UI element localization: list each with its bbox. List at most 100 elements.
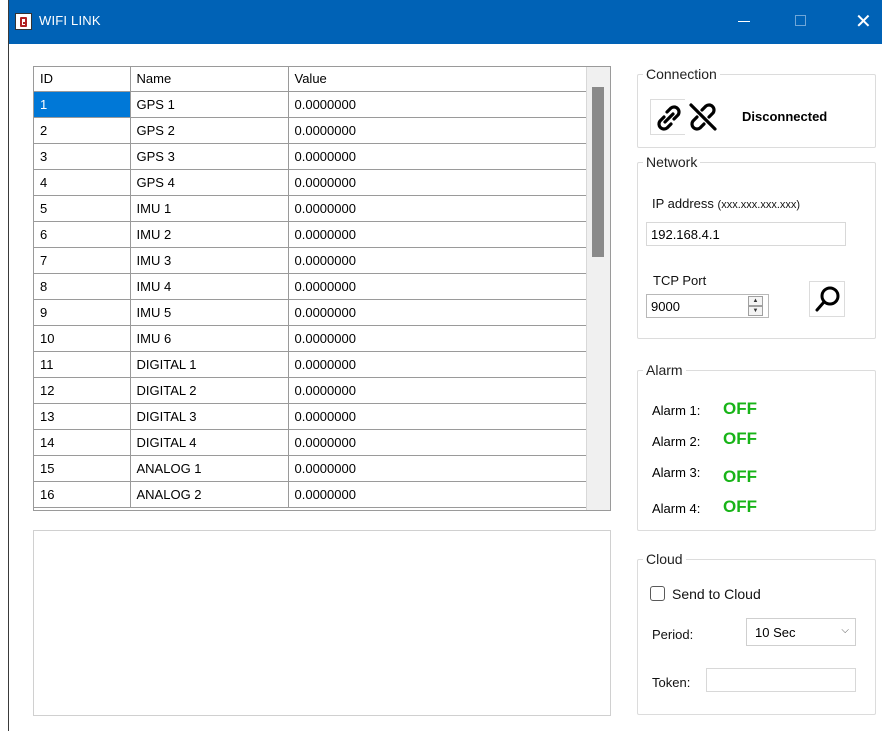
cell-id[interactable]: 11 [34, 351, 131, 378]
cell-value[interactable]: 0.0000000 [288, 377, 586, 404]
cell-value[interactable]: 0.0000000 [288, 429, 586, 456]
connection-group: Connection Disconnected [637, 66, 876, 148]
cell-id[interactable]: 9 [34, 299, 131, 326]
cell-name[interactable]: DIGITAL 2 [130, 377, 289, 404]
cell-name[interactable]: ANALOG 2 [130, 481, 289, 508]
title-bar[interactable]: WIFI LINK ✕ [9, 0, 882, 44]
cell-name[interactable]: ANALOG 1 [130, 455, 289, 482]
port-spinner[interactable]: ▲ ▼ [748, 296, 764, 316]
cell-value[interactable]: 0.0000000 [288, 247, 586, 274]
cell-value[interactable]: 0.0000000 [288, 91, 586, 118]
cell-id[interactable]: 7 [34, 247, 131, 274]
table-row[interactable]: 16 ANALOG 2 0.0000000 [34, 481, 586, 508]
token-input[interactable] [706, 668, 856, 692]
table-row[interactable]: 6 IMU 2 0.0000000 [34, 221, 586, 248]
cell-id[interactable]: 14 [34, 429, 131, 456]
table-row[interactable]: 2 GPS 2 0.0000000 [34, 117, 586, 144]
cell-value[interactable]: 0.0000000 [288, 117, 586, 144]
cell-name[interactable]: IMU 4 [130, 273, 289, 300]
disconnect-button[interactable] [685, 99, 721, 135]
alarm-3-label: Alarm 3: [652, 465, 701, 480]
cell-id[interactable]: 8 [34, 273, 131, 300]
spin-up-icon[interactable]: ▲ [748, 296, 763, 306]
alarm-4-label: Alarm 4: [652, 501, 701, 516]
spin-down-icon[interactable]: ▼ [748, 306, 763, 316]
table-row[interactable]: 9 IMU 5 0.0000000 [34, 299, 586, 326]
cell-value[interactable]: 0.0000000 [288, 299, 586, 326]
cell-id[interactable]: 2 [34, 117, 131, 144]
cell-name[interactable]: IMU 2 [130, 221, 289, 248]
table-row[interactable]: 1 GPS 1 0.0000000 [34, 91, 586, 118]
cell-value[interactable]: 0.0000000 [288, 273, 586, 300]
network-group-title: Network [643, 154, 701, 170]
cell-name[interactable]: DIGITAL 3 [130, 403, 289, 430]
data-grid[interactable]: ID Name Value 1 GPS 1 0.0000000 2 GPS 2 0.000… [33, 66, 611, 511]
cell-name[interactable]: GPS 4 [130, 169, 289, 196]
cell-name[interactable]: GPS 3 [130, 143, 289, 170]
table-row[interactable]: 7 IMU 3 0.0000000 [34, 247, 586, 274]
cell-id[interactable]: 13 [34, 403, 131, 430]
table-row[interactable]: 3 GPS 3 0.0000000 [34, 143, 586, 170]
table-row[interactable]: 11 DIGITAL 1 0.0000000 [34, 351, 586, 378]
connect-button[interactable] [650, 99, 686, 135]
cell-value[interactable]: 0.0000000 [288, 325, 586, 352]
cell-name[interactable]: IMU 6 [130, 325, 289, 352]
cell-id[interactable]: 5 [34, 195, 131, 222]
window-border [8, 0, 9, 731]
cloud-group-title: Cloud [643, 551, 686, 567]
ip-format-hint: (xxx.xxx.xxx.xxx) [717, 199, 801, 211]
cell-value[interactable]: 0.0000000 [288, 195, 586, 222]
log-output-area[interactable] [33, 530, 611, 716]
cell-id[interactable]: 10 [34, 325, 131, 352]
send-to-cloud-checkbox[interactable] [650, 586, 665, 601]
column-header-name[interactable]: Name [130, 67, 289, 92]
cell-name[interactable]: IMU 1 [130, 195, 289, 222]
scrollbar-thumb[interactable] [592, 87, 604, 257]
table-row[interactable]: 15 ANALOG 1 0.0000000 [34, 455, 586, 482]
period-select[interactable]: 10 Sec ⌵ [746, 618, 856, 646]
cell-value[interactable]: 0.0000000 [288, 143, 586, 170]
cell-id[interactable]: 16 [34, 481, 131, 508]
table-row[interactable]: 4 GPS 4 0.0000000 [34, 169, 586, 196]
ip-address-input[interactable] [646, 222, 846, 246]
cell-value[interactable]: 0.0000000 [288, 481, 586, 508]
cell-value[interactable]: 0.0000000 [288, 221, 586, 248]
table-row[interactable]: 12 DIGITAL 2 0.0000000 [34, 377, 586, 404]
cell-name[interactable]: DIGITAL 1 [130, 351, 289, 378]
cell-value[interactable]: 0.0000000 [288, 169, 586, 196]
grid-scrollbar[interactable] [586, 67, 610, 510]
window-title: WIFI LINK [39, 13, 101, 28]
cell-id[interactable]: 3 [34, 143, 131, 170]
column-header-value[interactable]: Value [288, 67, 586, 92]
period-select-value: 10 Sec [755, 625, 796, 640]
app-lock-icon [15, 13, 32, 30]
alarm-3-status: OFF [723, 467, 757, 486]
cell-value[interactable]: 0.0000000 [288, 351, 586, 378]
connection-status: Disconnected [742, 109, 828, 124]
minimize-button[interactable] [722, 0, 766, 44]
close-button[interactable]: ✕ [841, 0, 882, 44]
cell-value[interactable]: 0.0000000 [288, 403, 586, 430]
table-row[interactable]: 13 DIGITAL 3 0.0000000 [34, 403, 586, 430]
table-row[interactable]: 14 DIGITAL 4 0.0000000 [34, 429, 586, 456]
table-row[interactable]: 5 IMU 1 0.0000000 [34, 195, 586, 222]
cell-id[interactable]: 4 [34, 169, 131, 196]
column-header-id[interactable]: ID [34, 67, 131, 92]
table-row[interactable]: 10 IMU 6 0.0000000 [34, 325, 586, 352]
search-button[interactable] [809, 281, 845, 317]
table-header-row: ID Name Value [34, 67, 586, 92]
cell-name[interactable]: GPS 2 [130, 117, 289, 144]
cell-name[interactable]: GPS 1 [130, 91, 289, 118]
cell-id[interactable]: 12 [34, 377, 131, 404]
cell-name[interactable]: DIGITAL 4 [130, 429, 289, 456]
cell-name[interactable]: IMU 3 [130, 247, 289, 274]
alarm-group-title: Alarm [643, 362, 686, 378]
cell-id[interactable]: 1 [34, 91, 131, 118]
cell-id[interactable]: 6 [34, 221, 131, 248]
cell-name[interactable]: IMU 5 [130, 299, 289, 326]
cell-value[interactable]: 0.0000000 [288, 455, 586, 482]
table-row[interactable]: 8 IMU 4 0.0000000 [34, 273, 586, 300]
cell-id[interactable]: 15 [34, 455, 131, 482]
send-to-cloud-label[interactable]: Send to Cloud [672, 586, 761, 602]
maximize-button[interactable] [779, 0, 823, 44]
